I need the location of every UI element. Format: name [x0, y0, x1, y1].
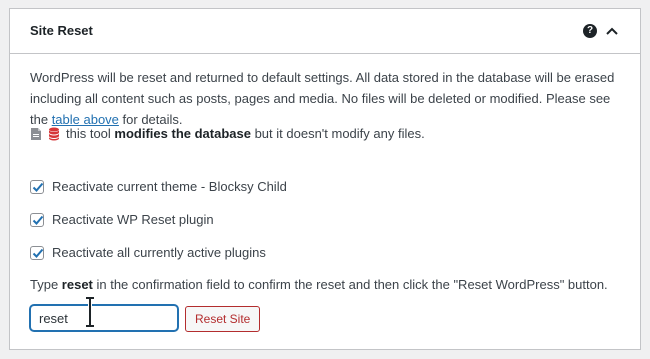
confirmation-instructions: Type reset in the confirmation field to …: [30, 277, 608, 292]
reset-site-button[interactable]: Reset Site: [185, 306, 261, 332]
note-suffix: but it doesn't modify any files.: [250, 126, 425, 141]
reset-description: WordPress will be reset and returned to …: [30, 67, 630, 130]
site-reset-panel: Site Reset ? WordPress will be reset and…: [9, 8, 641, 350]
reactivate-wp-reset-option[interactable]: Reactivate WP Reset plugin: [30, 212, 214, 227]
question-circle-icon[interactable]: ?: [583, 24, 597, 38]
reactivate-theme-label: Reactivate current theme - Blocksy Child: [52, 179, 287, 194]
checkmark-icon: [32, 215, 44, 225]
reactivate-plugins-option[interactable]: Reactivate all currently active plugins: [30, 245, 266, 260]
reactivate-theme-checkbox[interactable]: [30, 179, 44, 194]
document-icon: [31, 128, 41, 140]
panel-title: Site Reset: [30, 23, 93, 38]
note-emphasis: modifies the database: [114, 126, 251, 141]
chevron-up-icon[interactable]: [604, 23, 620, 39]
reactivate-wp-reset-label: Reactivate WP Reset plugin: [52, 212, 214, 227]
panel-header[interactable]: Site Reset ?: [10, 9, 640, 54]
confirmation-keyword: reset: [61, 277, 93, 292]
reactivate-theme-option[interactable]: Reactivate current theme - Blocksy Child: [30, 179, 287, 194]
database-icon: [49, 127, 59, 141]
reactivate-plugins-label: Reactivate all currently active plugins: [52, 245, 266, 260]
confirmation-input[interactable]: [30, 305, 178, 331]
note-prefix: this tool: [66, 126, 115, 141]
reactivate-plugins-checkbox[interactable]: [30, 245, 44, 260]
text-cursor-icon: [86, 296, 94, 328]
checkmark-icon: [32, 248, 44, 258]
confirmation-prefix: Type: [30, 277, 62, 292]
database-note: this tool modifies the database but it d…: [30, 125, 425, 143]
reactivate-wp-reset-checkbox[interactable]: [30, 212, 44, 227]
confirmation-suffix: in the confirmation field to confirm the…: [92, 277, 608, 292]
panel-body: WordPress will be reset and returned to …: [30, 53, 620, 349]
checkmark-icon: [32, 182, 44, 192]
